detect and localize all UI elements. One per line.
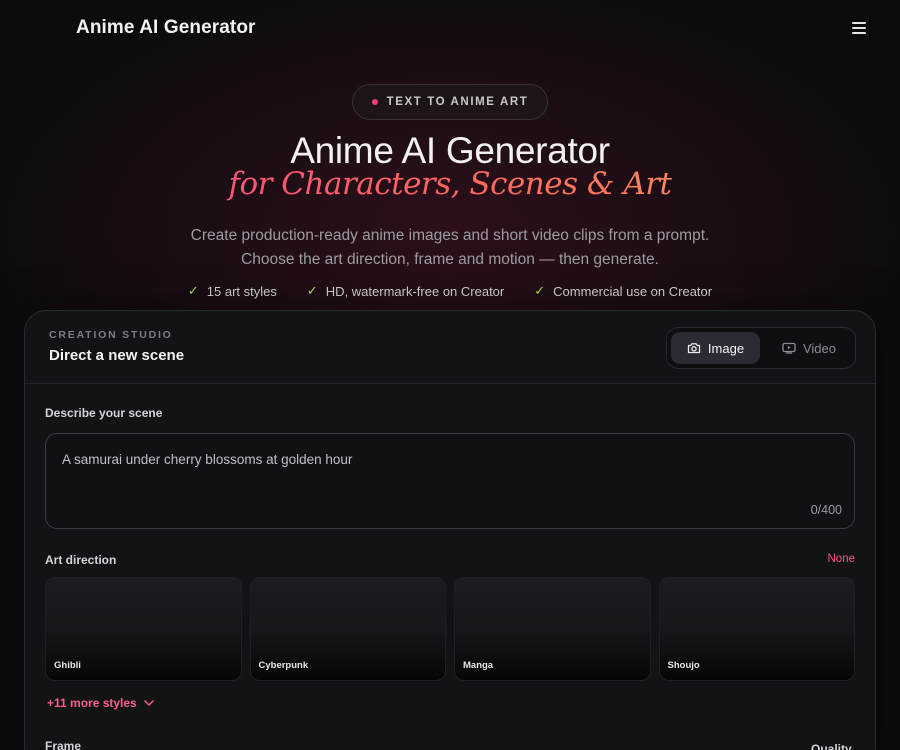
prompt-label: Describe your scene: [45, 406, 163, 420]
hero-badge-label: TEXT TO ANIME ART: [386, 96, 529, 108]
creation-studio-panel: CREATION STUDIO Direct a new scene Image…: [24, 310, 876, 750]
feature-item: ✓ HD, watermark-free on Creator: [307, 282, 504, 300]
style-card-manga[interactable]: Manga: [454, 577, 651, 681]
quality-label: Quality: [811, 742, 852, 750]
mode-video-label: Video: [802, 340, 836, 356]
hero-description-line-1: Create production-ready anime images and…: [190, 227, 710, 244]
studio-title: Direct a new scene: [49, 347, 185, 364]
badge-dot-icon: [371, 99, 378, 105]
style-label: Cyberpunk: [258, 660, 309, 671]
camera-icon: [687, 343, 701, 354]
style-grid: Ghibli Cyberpunk Manga Shoujo: [45, 577, 855, 681]
feature-label: Commercial use on Creator: [553, 283, 713, 299]
hero-subtitle: for Characters, Scenes & Art: [0, 166, 900, 202]
feature-item: ✓ Commercial use on Creator: [534, 282, 712, 300]
style-card-shoujo[interactable]: Shoujo: [658, 577, 855, 681]
mode-video-button[interactable]: Video: [767, 332, 851, 364]
top-bar: Anime AI Generator: [0, 0, 900, 56]
style-label: Manga: [463, 660, 494, 671]
studio-header: CREATION STUDIO Direct a new scene Image…: [25, 311, 875, 384]
chevron-down-icon: [143, 699, 154, 706]
brand-logo-text[interactable]: Anime AI Generator: [76, 17, 256, 39]
mode-image-button[interactable]: Image: [671, 332, 760, 364]
style-card-cyberpunk[interactable]: Cyberpunk: [249, 577, 446, 681]
more-styles-button[interactable]: +11 more styles: [47, 696, 154, 710]
frame-label: Frame: [45, 739, 82, 750]
hero-badge: TEXT TO ANIME ART: [352, 84, 548, 120]
style-label: Ghibli: [54, 660, 81, 671]
character-counter: 0/400: [810, 503, 842, 517]
mode-image-label: Image: [707, 340, 745, 356]
check-icon: ✓: [306, 283, 318, 298]
check-icon: ✓: [187, 283, 199, 298]
art-direction-selection[interactable]: None: [828, 553, 856, 565]
menu-icon[interactable]: [850, 20, 868, 36]
feature-label: HD, watermark-free on Creator: [325, 283, 505, 299]
prompt-input[interactable]: A samurai under cherry blossoms at golde…: [45, 433, 855, 529]
video-icon: [782, 342, 796, 354]
mode-toggle: Image Video: [666, 327, 856, 369]
hero-description: Create production-ready anime images and…: [0, 224, 900, 272]
studio-eyebrow: CREATION STUDIO: [49, 329, 173, 341]
feature-label: 15 art styles: [206, 283, 277, 299]
prompt-placeholder: A samurai under cherry blossoms at golde…: [62, 452, 353, 467]
art-direction-label: Art direction: [45, 553, 117, 567]
style-card-ghibli[interactable]: Ghibli: [45, 577, 242, 681]
feature-item: ✓ 15 art styles: [188, 282, 277, 300]
hero-description-line-2: Choose the art direction, frame and moti…: [241, 251, 659, 268]
style-label: Shoujo: [667, 660, 700, 671]
check-icon: ✓: [534, 283, 546, 298]
more-styles-label: +11 more styles: [47, 696, 137, 710]
feature-list: ✓ 15 art styles ✓ HD, watermark-free on …: [0, 282, 900, 300]
